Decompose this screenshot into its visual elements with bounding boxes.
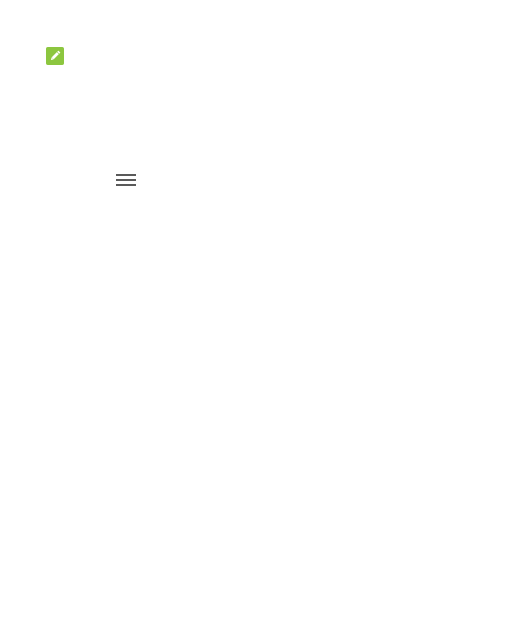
menu-icon-graphic [116,174,136,186]
pencil-icon-graphic [46,47,64,65]
pencil-icon [46,47,64,65]
menu-icon[interactable] [115,172,137,188]
